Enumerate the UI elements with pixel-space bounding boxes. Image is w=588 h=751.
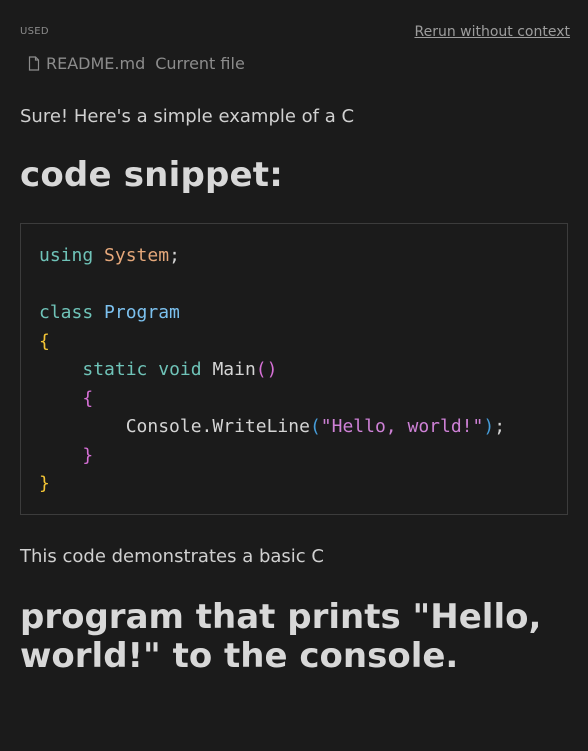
code-line: { [39,330,50,352]
code-block[interactable]: using System; class Program { static voi… [20,223,568,515]
current-file-tag: Current file [155,54,245,73]
code-line: static void Main() [82,359,278,380]
code-content: using System; class Program { static voi… [39,242,505,499]
code-line: class Program [39,302,180,323]
code-line: { [82,387,94,409]
used-label: USED [20,26,49,37]
file-name: README.md [46,54,146,73]
file-icon [28,55,42,72]
code-line: } [82,444,94,466]
file-reference[interactable]: README.md Current file [28,54,245,73]
code-line: using System; [39,245,180,266]
rerun-without-context-link[interactable]: Rerun without context [414,24,570,40]
code-line: } [39,473,50,494]
heading-code-snippet: code snippet: [20,155,284,195]
code-line: Console.WriteLine("Hello, world!"); [125,416,506,437]
intro-text: Sure! Here's a simple example of a C [20,106,355,127]
outro-text: This code demonstrates a basic C [20,546,324,567]
heading-program-description: program that prints "Hello, world!" to t… [20,597,542,676]
